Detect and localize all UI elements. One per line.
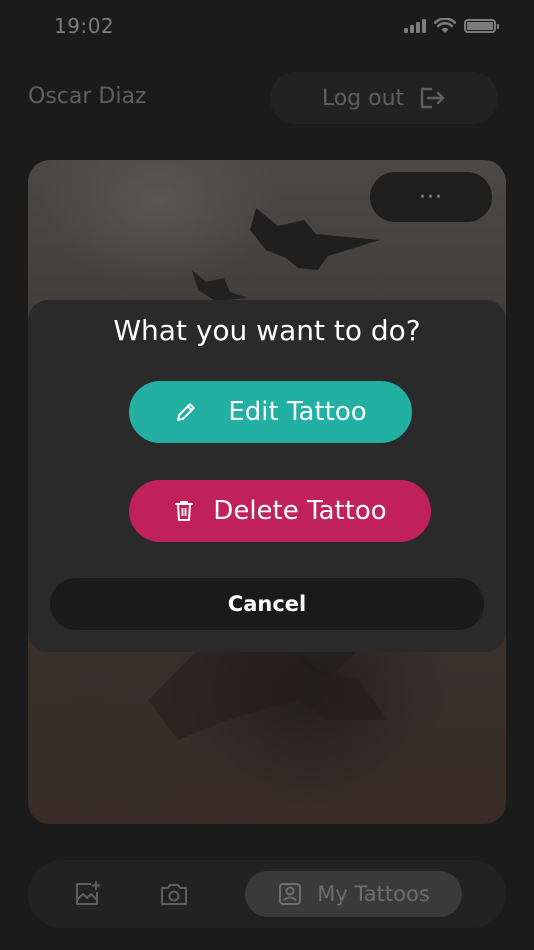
nav-camera-button[interactable] <box>156 878 192 910</box>
edit-tattoo-button[interactable]: Edit Tattoo <box>129 381 412 443</box>
more-options-button[interactable]: ··· <box>370 172 492 222</box>
delete-tattoo-button[interactable]: Delete Tattoo <box>129 480 431 542</box>
edit-tattoo-label: Edit Tattoo <box>228 397 367 427</box>
delete-tattoo-label: Delete Tattoo <box>213 496 387 526</box>
battery-icon <box>464 19 499 33</box>
signal-icon <box>404 19 426 33</box>
more-icon: ··· <box>419 184 443 210</box>
pencil-icon <box>177 403 196 421</box>
gallery-add-icon <box>76 881 101 905</box>
bottom-nav: My Tattoos <box>28 860 506 928</box>
logout-icon <box>420 87 445 109</box>
nav-my-tattoos-label: My Tattoos <box>317 882 430 906</box>
logout-label: Log out <box>321 85 405 111</box>
action-dialog: What you want to do? Edit Tattoo Delete … <box>28 300 506 652</box>
cancel-label: Cancel <box>227 592 307 616</box>
cancel-button[interactable]: Cancel <box>50 578 484 630</box>
nav-my-tattoos-button[interactable]: My Tattoos <box>245 871 462 917</box>
logout-button[interactable]: Log out <box>270 72 498 124</box>
portrait-icon <box>279 883 302 905</box>
status-icons <box>404 18 499 34</box>
status-time: 19:02 <box>54 14 115 38</box>
dialog-title: What you want to do? <box>113 314 421 347</box>
status-bar: 19:02 <box>0 0 534 52</box>
camera-icon <box>161 884 187 905</box>
wifi-icon <box>434 18 456 33</box>
nav-gallery-button[interactable] <box>70 878 104 910</box>
user-name: Oscar Diaz <box>28 84 147 109</box>
trash-icon <box>175 501 194 521</box>
